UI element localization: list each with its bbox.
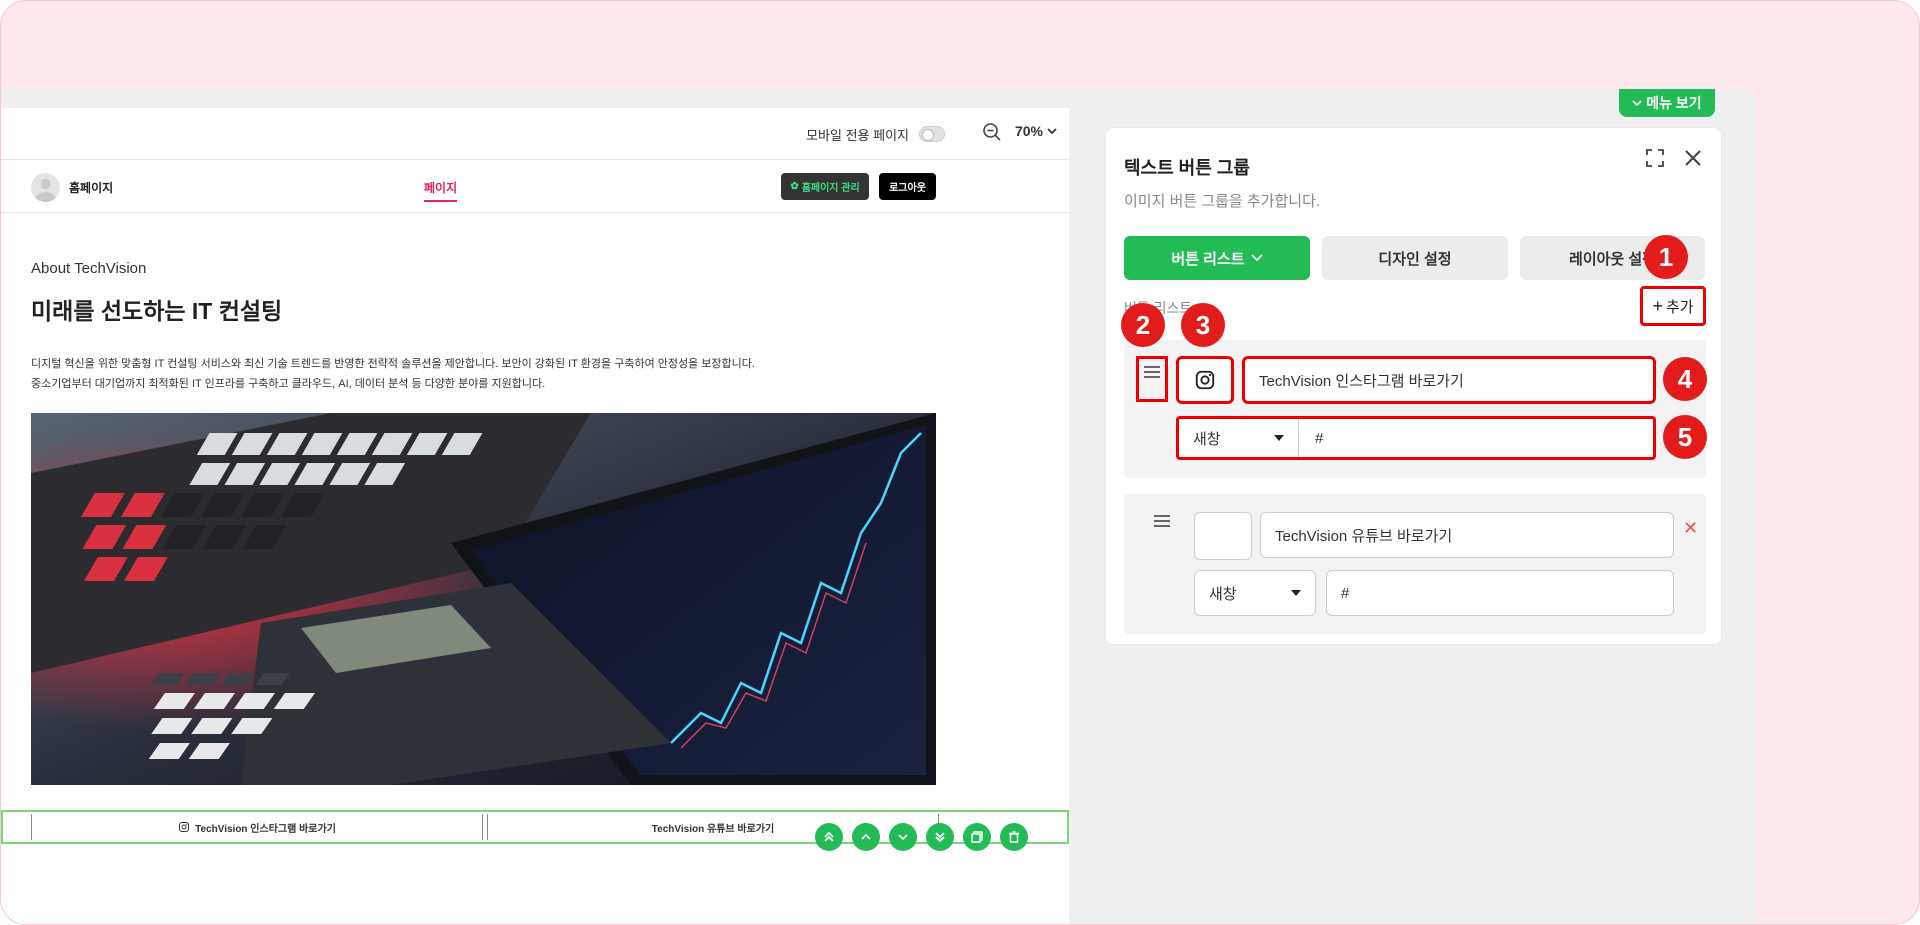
chevron-down-icon [1250,254,1263,262]
move-up-button[interactable] [852,823,880,851]
page-headline: 미래를 선도하는 IT 컨설팅 [31,298,283,324]
double-chevron-down-icon [935,832,945,843]
button-text-input[interactable]: TechVision 인스타그램 바로가기 [1242,356,1656,404]
app-frame: 모바일 전용 페이지 70% 홈페이지 페이지 ✿ 홈페이지 관리 로그아웃 A… [0,0,1920,925]
chevron-down-icon [898,834,908,841]
zoom-select[interactable]: 70% [1015,123,1057,139]
marker-5: 5 [1663,415,1707,459]
trash-icon [1009,831,1019,843]
instagram-icon [1195,370,1215,390]
instagram-icon [179,822,190,832]
page-preview: 모바일 전용 페이지 70% 홈페이지 페이지 ✿ 홈페이지 관리 로그아웃 A… [1,108,1069,924]
caret-down-icon [1291,590,1301,596]
manage-button-label: 홈페이지 관리 [801,183,860,194]
marker-2: 2 [1121,303,1165,347]
chevron-down-icon [1047,128,1057,135]
settings-panel: 텍스트 버튼 그룹 이미지 버튼 그룹을 추가합니다. 버튼 리스트 디자인 설… [1105,127,1722,645]
drag-handle-icon [1154,515,1170,527]
tab-button-list[interactable]: 버튼 리스트 [1124,236,1310,280]
move-top-button[interactable] [815,823,843,851]
button-list-item: TechVision 인스타그램 바로가기 새창 # [1124,340,1706,478]
page-description: 디지털 혁신을 위한 맞춤형 IT 컨설팅 서비스와 최신 기술 트렌드를 반영… [31,354,755,394]
button-text-input[interactable]: TechVision 유튜브 바로가기 [1260,512,1674,558]
link-target-select[interactable]: 새창 # [1176,416,1656,460]
gear-icon: ✿ [790,181,799,192]
remove-item-icon[interactable]: ✕ [1683,519,1699,537]
preview-button-instagram[interactable]: TechVision 인스타그램 바로가기 [31,814,483,840]
double-chevron-up-icon [824,831,834,842]
avatar[interactable] [31,173,60,202]
zoom-out-icon[interactable] [981,121,1003,143]
mobile-only-toggle[interactable] [919,126,945,142]
link-url-input[interactable]: # [1299,430,1653,447]
description-line: 디지털 혁신을 위한 맞춤형 IT 컨설팅 서비스와 최신 기술 트렌드를 반영… [31,358,755,370]
tab-design-settings[interactable]: 디자인 설정 [1322,236,1508,280]
panel-title: 텍스트 버튼 그룹 [1124,158,1250,178]
close-icon[interactable] [1683,148,1703,168]
move-bottom-button[interactable] [926,823,954,851]
drag-handle-icon [1144,366,1160,378]
tab-label: 버튼 리스트 [1171,250,1245,268]
button-list-item: TechVision 유튜브 바로가기 ✕ 새창 # [1124,494,1706,634]
homepage-manage-button[interactable]: ✿ 홈페이지 관리 [781,173,869,200]
link-target-select[interactable]: 새창 [1194,570,1316,616]
preview-button-label: TechVision 유튜브 바로가기 [651,823,775,835]
plus-icon: + [1652,295,1663,316]
site-name[interactable]: 홈페이지 [69,179,113,196]
duplicate-button[interactable] [963,823,991,851]
about-text: About TechVision [31,260,147,277]
copy-icon [971,831,983,843]
chevron-up-icon [861,833,871,840]
fullscreen-icon[interactable] [1645,148,1665,168]
icon-picker[interactable] [1194,512,1252,560]
chevron-down-icon [1632,100,1642,107]
zoom-value: 70% [1014,123,1043,139]
preview-toolbar: 모바일 전용 페이지 70% [1,108,1069,160]
add-button-label: 추가 [1665,298,1694,316]
caret-down-icon [1274,435,1284,441]
marker-4: 4 [1663,357,1707,401]
link-url-input[interactable]: # [1326,570,1674,616]
logout-button[interactable]: 로그아웃 [879,173,936,200]
link-target-value: 새창 [1193,430,1221,448]
hero-image [31,413,936,785]
mobile-only-label: 모바일 전용 페이지 [806,128,909,143]
preview-button-label: TechVision 인스타그램 바로가기 [195,823,336,835]
panel-window-controls [1645,148,1703,168]
marker-1: 1 [1644,235,1688,279]
marker-3: 3 [1181,303,1225,347]
menu-view-button[interactable]: 메뉴 보기 [1619,89,1715,117]
menu-view-label: 메뉴 보기 [1646,95,1702,111]
nav-item-page[interactable]: 페이지 [424,179,458,202]
drag-handle[interactable] [1146,508,1178,554]
delete-button[interactable] [1000,823,1028,851]
panel-subtitle: 이미지 버튼 그룹을 추가합니다. [1124,193,1321,210]
add-button[interactable]: + 추가 [1640,286,1706,326]
link-target-value: 새창 [1209,585,1237,603]
drag-handle[interactable] [1136,356,1168,402]
icon-picker[interactable] [1176,356,1234,404]
move-down-button[interactable] [889,823,917,851]
description-line: 중소기업부터 대기업까지 최적화된 IT 인프라를 구축하고 클라우드, AI,… [31,378,546,390]
